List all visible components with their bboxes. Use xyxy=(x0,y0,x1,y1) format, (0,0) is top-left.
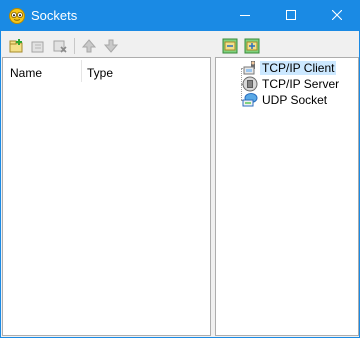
minimize-icon xyxy=(240,15,250,16)
column-divider[interactable] xyxy=(81,60,82,82)
collapse-tree-icon xyxy=(244,38,260,54)
column-header-type[interactable]: Type xyxy=(87,66,113,80)
close-button[interactable] xyxy=(314,0,360,31)
tree-item-label: UDP Socket xyxy=(262,93,328,107)
delete-item-icon xyxy=(53,40,67,53)
arrow-down-icon xyxy=(103,39,119,53)
move-down-button[interactable] xyxy=(100,35,122,57)
collapse-all-button[interactable] xyxy=(241,35,263,57)
toolbar-separator xyxy=(74,38,75,54)
edit-socket-button[interactable] xyxy=(27,35,49,57)
socket-type-tree[interactable]: TCP/IP Client TCP/IP Server UDP Socket xyxy=(215,57,359,336)
tree-item-label: TCP/IP Client xyxy=(260,61,337,75)
window-title: Sockets xyxy=(31,8,78,23)
udp-icon xyxy=(242,92,258,108)
close-icon xyxy=(332,10,342,20)
edit-item-icon xyxy=(31,41,44,53)
expand-tree-icon xyxy=(222,38,238,54)
new-item-icon xyxy=(9,39,23,53)
client-icon xyxy=(242,60,258,76)
minimize-button[interactable] xyxy=(222,0,268,31)
expand-all-button[interactable] xyxy=(219,35,241,57)
title-bar[interactable]: Sockets xyxy=(0,0,360,31)
window-client-area: Name Type TCP/IP Client TCP/IP Server UD… xyxy=(0,31,360,338)
list-header: Name Type xyxy=(3,58,210,84)
delete-socket-button[interactable] xyxy=(49,35,71,57)
server-icon xyxy=(242,76,258,92)
column-header-name[interactable]: Name xyxy=(10,66,42,80)
tree-item-label: TCP/IP Server xyxy=(262,77,340,91)
maximize-button[interactable] xyxy=(268,0,314,31)
socket-eyes-icon xyxy=(9,8,25,24)
arrow-up-icon xyxy=(81,39,97,53)
move-up-button[interactable] xyxy=(78,35,100,57)
maximize-icon xyxy=(286,10,296,20)
socket-list[interactable]: Name Type xyxy=(2,57,211,336)
new-socket-button[interactable] xyxy=(5,35,27,57)
